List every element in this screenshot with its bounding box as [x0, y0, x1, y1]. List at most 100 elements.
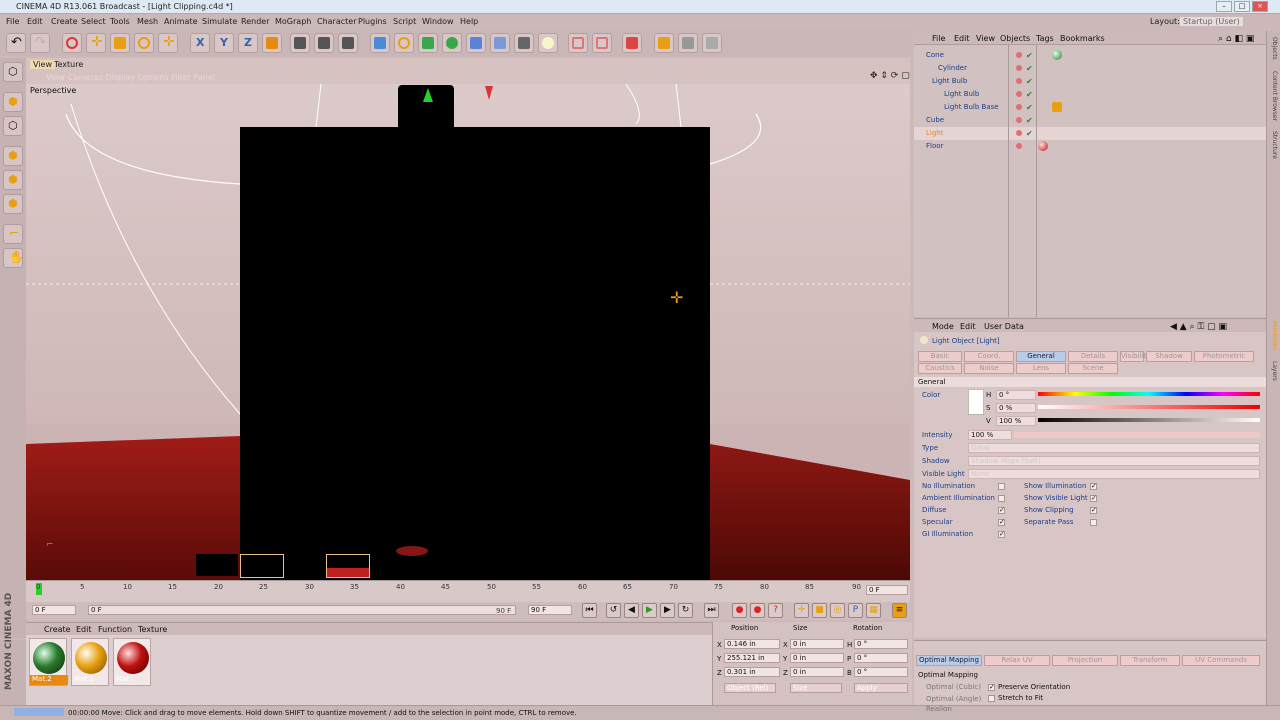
layout-select[interactable]: Startup (User)	[1180, 17, 1243, 26]
render-view-button[interactable]	[290, 33, 310, 53]
object-row[interactable]: Light Bulb Base ✔	[914, 101, 1266, 114]
keyframe-selection-button[interactable]: ?	[768, 603, 783, 618]
menu-help[interactable]: Help	[460, 17, 478, 26]
menu-file[interactable]: File	[6, 17, 19, 26]
camera-button[interactable]	[514, 33, 534, 53]
key-position-button[interactable]: ✛	[794, 603, 809, 618]
light-button[interactable]	[538, 33, 558, 53]
size-z-field[interactable]: 0 in	[790, 667, 844, 677]
prev-key-button[interactable]: ↺	[606, 603, 621, 618]
live-selection-button[interactable]	[62, 33, 82, 53]
menu-mesh[interactable]: Mesh	[137, 17, 158, 26]
hue-slider[interactable]	[1038, 392, 1260, 396]
current-frame-field[interactable]: 0 F	[866, 585, 908, 595]
visibility-dot[interactable]	[1016, 104, 1022, 110]
position-z-field[interactable]: 0.301 in	[724, 667, 780, 677]
coord-system-button[interactable]	[262, 33, 282, 53]
object-row[interactable]: Cylinder ✔	[914, 62, 1266, 75]
y-axis-handle[interactable]	[423, 88, 433, 102]
value-slider[interactable]	[1038, 418, 1260, 422]
viewport-nav-icons[interactable]: ✥ ⇕ ⟳ ▢	[870, 71, 910, 81]
display-mode-3-button[interactable]	[702, 33, 722, 53]
object-row[interactable]: Cube ✔	[914, 114, 1266, 127]
enabled-check-icon[interactable]: ✔	[1026, 90, 1033, 99]
minimize-button[interactable]: –	[1216, 1, 1232, 12]
no-illumination-checkbox[interactable]	[998, 483, 1005, 490]
object-row-selected[interactable]: Light ✔	[914, 127, 1266, 140]
mat-menu-create[interactable]: Create	[44, 625, 71, 634]
menu-create[interactable]: Create	[51, 17, 78, 26]
end-frame-field[interactable]: 90 F	[528, 605, 572, 615]
render-picture-viewer-button[interactable]	[314, 33, 334, 53]
start-frame-field[interactable]: 0 F	[32, 605, 76, 615]
show-visible-light-checkbox[interactable]: ✓	[1090, 495, 1097, 502]
gi-illumination-checkbox[interactable]: ✓	[998, 531, 1005, 538]
viewport-menu[interactable]: View Cameras Display Options Filter Pane…	[46, 73, 215, 82]
play-button[interactable]: ▶	[642, 603, 657, 618]
z-axis-button[interactable]: Z	[238, 33, 258, 53]
redo-button[interactable]: ↷	[30, 33, 50, 53]
color-swatch[interactable]	[968, 389, 984, 415]
preserve-orientation-checkbox[interactable]: ✓	[988, 684, 995, 691]
points-mode-button[interactable]: ⬢	[3, 146, 23, 166]
cube-object-button[interactable]	[370, 33, 390, 53]
nurbs-button[interactable]	[418, 33, 438, 53]
material-swatch[interactable]: Mat.1	[71, 638, 109, 686]
material-tag-icon[interactable]	[1052, 102, 1062, 112]
ambient-illumination-checkbox[interactable]	[998, 495, 1005, 502]
visibility-dot[interactable]	[1016, 143, 1022, 149]
material-tag-icon[interactable]	[1052, 50, 1062, 60]
intensity-slider[interactable]	[1014, 432, 1260, 438]
obj-toolbar-icons[interactable]: ⌕ ⌂ ◧ ▣	[1218, 34, 1254, 44]
mapping-option[interactable]: Optimal (Angle)	[926, 695, 981, 703]
tab-visibility[interactable]: Visibility	[1120, 351, 1150, 362]
menu-render[interactable]: Render	[241, 17, 269, 26]
mat-menu-texture[interactable]: Texture	[138, 625, 167, 634]
magnet-button[interactable]	[622, 33, 642, 53]
visibility-dot[interactable]	[1016, 52, 1022, 58]
tab-texture[interactable]: Texture	[54, 60, 83, 69]
visibility-dot[interactable]	[1016, 78, 1022, 84]
polygons-mode-button[interactable]: ⬢	[3, 194, 23, 214]
tab-noise[interactable]: Noise	[964, 363, 1014, 374]
menu-mograph[interactable]: MoGraph	[275, 17, 311, 26]
goto-start-button[interactable]: ⏮	[582, 603, 597, 618]
obj-menu-objects[interactable]: Objects	[1000, 34, 1030, 43]
menu-edit[interactable]: Edit	[27, 17, 43, 26]
material-swatch[interactable]: Mat	[113, 638, 151, 686]
menu-script[interactable]: Script	[393, 17, 416, 26]
make-editable-button[interactable]: ⬡	[3, 62, 23, 82]
undo-button[interactable]: ↶	[6, 33, 26, 53]
enabled-check-icon[interactable]: ✔	[1026, 103, 1033, 112]
preview-range-slider[interactable]: 0 F	[88, 605, 516, 615]
stretch-to-fit-checkbox[interactable]	[988, 695, 995, 702]
rotation-b-field[interactable]: 0 °	[854, 667, 908, 677]
shadow-select[interactable]: Shadow Maps (Soft)	[968, 456, 1260, 466]
visibility-dot[interactable]	[1016, 130, 1022, 136]
next-frame-button[interactable]: ▶	[660, 603, 675, 618]
enabled-check-icon[interactable]: ✔	[1026, 77, 1033, 86]
move-button[interactable]: ✛	[86, 33, 106, 53]
object-row[interactable]: Cone ✔	[914, 49, 1266, 62]
array-button[interactable]	[442, 33, 462, 53]
rotate-button[interactable]	[134, 33, 154, 53]
display-mode-button[interactable]	[654, 33, 674, 53]
mat-menu-edit[interactable]: Edit	[76, 625, 92, 634]
menu-window[interactable]: Window	[422, 17, 454, 26]
visibility-dot[interactable]	[1016, 65, 1022, 71]
render-settings-button[interactable]	[338, 33, 358, 53]
tab-lens[interactable]: Lens	[1016, 363, 1066, 374]
enabled-check-icon[interactable]: ✔	[1026, 64, 1033, 73]
menu-character[interactable]: Character	[317, 17, 357, 26]
mat-menu-function[interactable]: Function	[98, 625, 132, 634]
saturation-field[interactable]: 0 %	[996, 403, 1036, 413]
material-swatch[interactable]: Mat.2	[29, 638, 68, 686]
goto-end-button[interactable]: ⏭	[704, 603, 719, 618]
close-button[interactable]: ×	[1252, 1, 1268, 12]
size-y-field[interactable]: 0 in	[790, 653, 844, 663]
visibility-dot[interactable]	[1016, 91, 1022, 97]
key-rotation-button[interactable]: ◎	[830, 603, 845, 618]
snap-button[interactable]	[568, 33, 588, 53]
side-tab-structure[interactable]: Structure	[1271, 131, 1278, 159]
deformer-button[interactable]	[466, 33, 486, 53]
